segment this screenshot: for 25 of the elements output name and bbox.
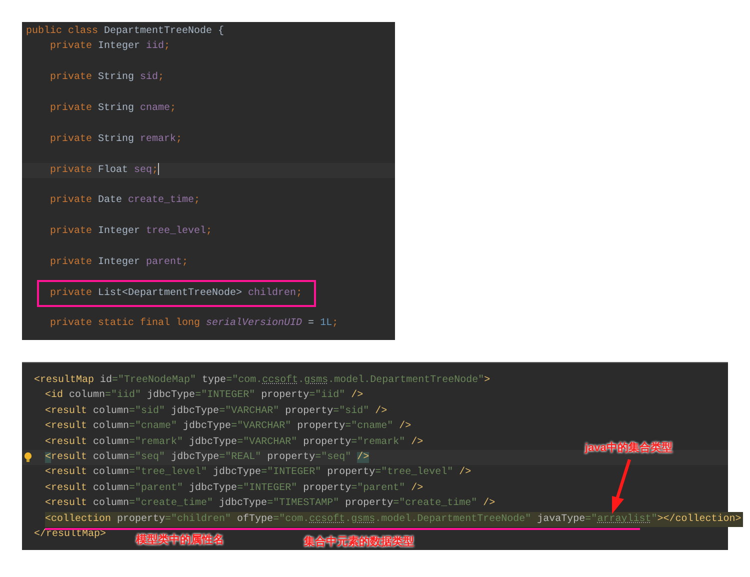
code-line: <result column="remark" jdbcType="VARCHAR" property="remark" /> [45,436,424,450]
code-line: </resultMap> [34,528,106,542]
code-line: private Integer parent; [50,256,188,268]
code-line: private String sid; [50,72,164,84]
text-cursor [158,162,160,175]
annotation-label: java中的集合类型 [585,440,672,456]
code-line: private String remark; [50,134,182,145]
code-line: private Integer iid; [50,41,170,52]
code-line: <result column="create_time" jdbcType="TIMESTAMP" property="create_time" /> [45,496,496,512]
code-line: <id column="iid" jdbcType="INTEGER" property="iid" /> [45,388,364,404]
code-line: <result column="parent" jdbcType="INTEGER" property="parent" /> [45,482,424,496]
code-line: private Integer tree_level; [50,226,212,238]
annotation-label: 模型类中的属性名 [136,532,224,548]
code-line: private Date create_time; [50,195,200,206]
code-line: public class DepartmentTreeNode { [26,26,224,37]
code-line: <result column="seq" jdbcType="REAL" property="seq" /> [45,450,370,465]
code-line: <resultMap id="TreeNodeMap" type="com.ccsoft.gsms.model.DepartmentTreeNode"> [34,374,490,388]
code-line: private static final long serialVersionUID = 1L; [50,318,338,330]
code-line: private String cname; [50,102,176,114]
code-line: <result column="cname" jdbcType="VARCHAR" property="cname" /> [45,420,412,434]
annotation-label: 集合中元素的数据类型 [304,534,414,550]
lightbulb-icon[interactable] [24,452,32,464]
code-line: private Float seq; [50,164,158,176]
code-line: <result column="tree_level" jdbcType="INTEGER" property="tree_level" /> [45,466,472,480]
code-line: <result column="sid" jdbcType="VARCHAR" property="sid" /> [45,404,388,419]
